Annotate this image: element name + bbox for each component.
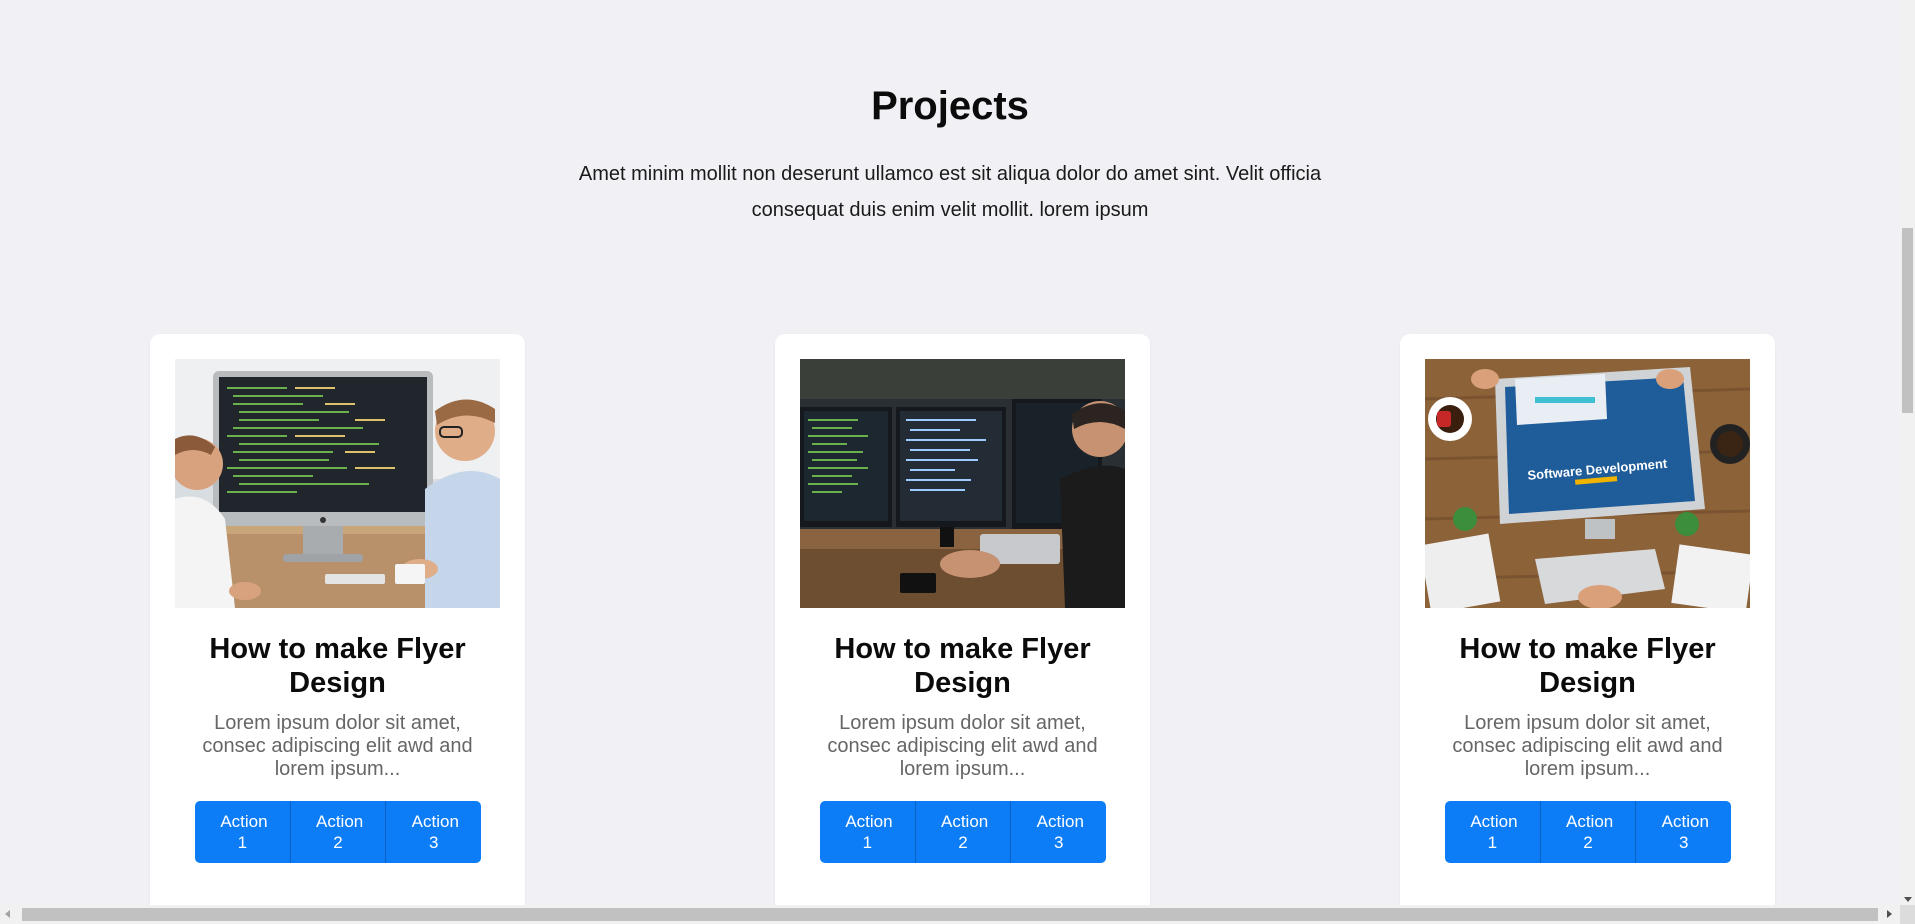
action-3-button[interactable]: Action 3 <box>386 801 482 863</box>
card-actions: Action 1 Action 2 Action 3 <box>820 801 1107 863</box>
card-image: Software Development <box>1425 359 1750 608</box>
section-description: Amet minim mollit non deserunt ullamco e… <box>578 163 1322 221</box>
action-1-label: Action 1 <box>220 812 268 852</box>
action-2-label: Action 2 <box>316 812 364 852</box>
card-actions: Action 1 Action 2 Action 3 <box>195 801 482 863</box>
action-2-button[interactable]: Action 2 <box>915 801 1012 863</box>
scroll-down-arrow-icon[interactable] <box>1904 897 1912 902</box>
scroll-right-arrow-icon[interactable] <box>1887 910 1892 918</box>
action-1-button[interactable]: Action 1 <box>820 801 916 863</box>
action-3-label: Action 3 <box>1661 812 1709 852</box>
action-1-button[interactable]: Action 1 <box>1445 801 1541 863</box>
card-text: Lorem ipsum dolor sit amet, consec adipi… <box>202 712 473 780</box>
horizontal-scrollbar[interactable] <box>0 905 1900 924</box>
card-text: Lorem ipsum dolor sit amet, consec adipi… <box>1452 712 1723 780</box>
card-title: How to make Flyer Design <box>834 633 1091 699</box>
action-2-button[interactable]: Action 2 <box>290 801 387 863</box>
action-2-label: Action 2 <box>1566 812 1614 852</box>
card-title: How to make Flyer Design <box>209 633 466 699</box>
project-card: How to make Flyer Design Lorem ipsum dol… <box>150 334 525 905</box>
card-actions: Action 1 Action 2 Action 3 <box>1445 801 1732 863</box>
project-card: Software Development How to make Flyer D… <box>1400 334 1775 905</box>
action-2-button[interactable]: Action 2 <box>1540 801 1637 863</box>
action-1-button[interactable]: Action 1 <box>195 801 291 863</box>
card-image <box>800 359 1125 608</box>
scroll-left-arrow-icon[interactable] <box>5 910 10 918</box>
action-3-button[interactable]: Action 3 <box>1011 801 1107 863</box>
vertical-scroll-thumb[interactable] <box>1902 228 1913 413</box>
section-title: Projects <box>871 84 1029 128</box>
vertical-scrollbar[interactable] <box>1900 0 1915 905</box>
project-card: How to make Flyer Design Lorem ipsum dol… <box>775 334 1150 905</box>
projects-page: Projects Amet minim mollit non deserunt … <box>0 0 1900 905</box>
action-1-label: Action 1 <box>845 812 893 852</box>
action-3-label: Action 3 <box>1036 812 1084 852</box>
scrollbar-corner <box>1900 905 1915 924</box>
action-3-button[interactable]: Action 3 <box>1636 801 1732 863</box>
card-text: Lorem ipsum dolor sit amet, consec adipi… <box>827 712 1098 780</box>
horizontal-scroll-thumb[interactable] <box>22 908 1878 921</box>
action-2-label: Action 2 <box>941 812 989 852</box>
card-image <box>175 359 500 608</box>
card-title: How to make Flyer Design <box>1459 633 1716 699</box>
action-3-label: Action 3 <box>411 812 459 852</box>
action-1-label: Action 1 <box>1470 812 1518 852</box>
